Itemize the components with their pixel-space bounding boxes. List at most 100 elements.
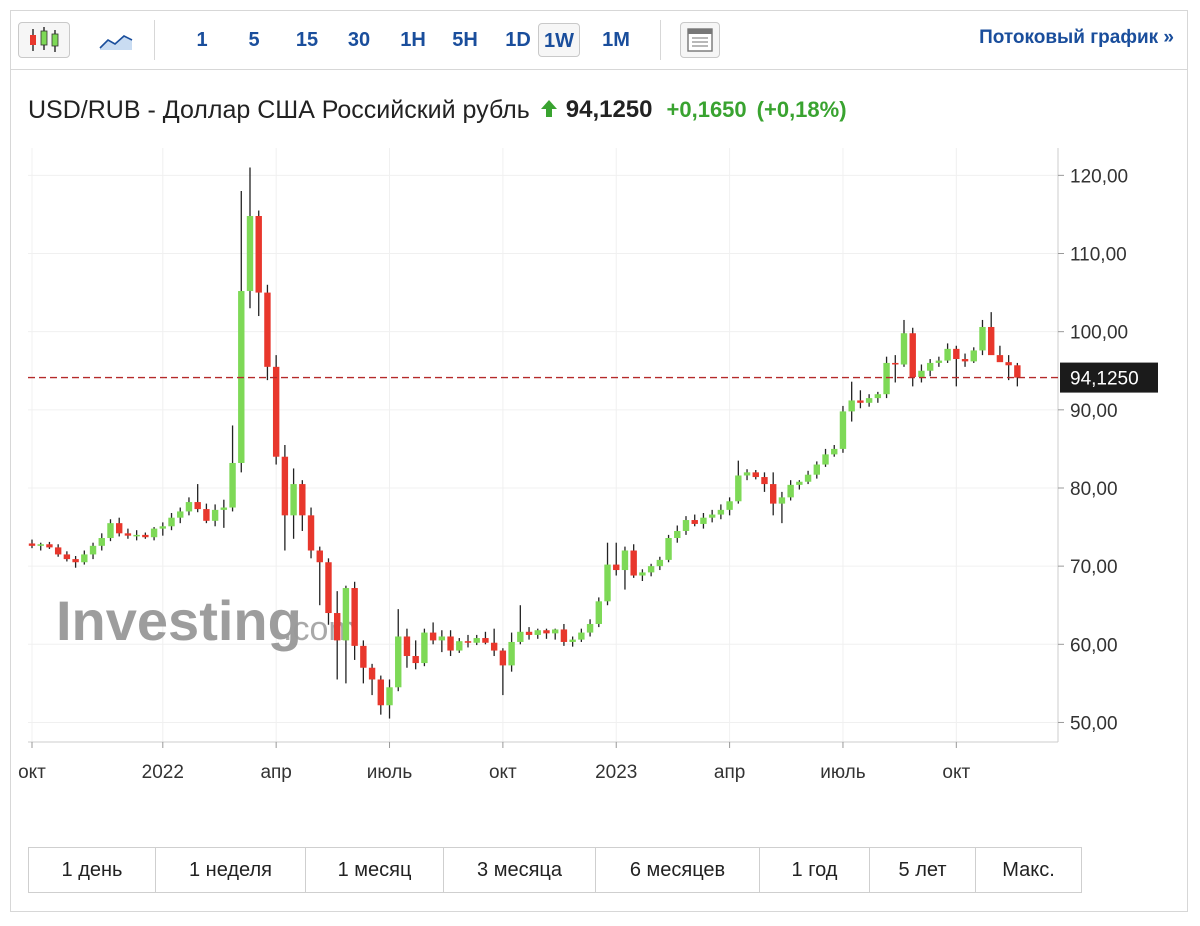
candle-body: [325, 562, 332, 614]
candle-body: [150, 528, 158, 538]
candle-body: [54, 547, 62, 555]
period-selector: 1 день 1 неделя 1 месяц 3 месяца 6 месяцев 1 …: [28, 847, 1082, 893]
candle-body: [848, 400, 855, 412]
candle-body: [543, 630, 550, 634]
x-tick-label: окт: [942, 762, 970, 783]
candlestick-chart[interactable]: Investing.com50,0060,0070,0080,0090,0010…: [0, 0, 1200, 926]
candle-body: [674, 530, 681, 539]
y-tick-label: 100,00: [1070, 323, 1128, 344]
x-tick-label: июль: [820, 762, 866, 783]
candle-body: [211, 509, 219, 521]
candle-body: [316, 550, 323, 563]
candle-body: [89, 545, 97, 555]
candle-body: [46, 544, 53, 548]
candle-body: [482, 638, 489, 643]
y-tick-label: 110,00: [1070, 245, 1127, 266]
candle-body: [569, 639, 576, 642]
candle-body: [682, 520, 690, 531]
candle-body: [560, 629, 568, 642]
candle-body: [490, 642, 498, 651]
candle-body: [726, 501, 733, 510]
candle-body: [953, 348, 960, 360]
candle-body: [961, 359, 969, 362]
candle-body: [621, 550, 629, 571]
period-button[interactable]: 1 неделя: [155, 848, 305, 892]
candle-body: [203, 509, 210, 521]
x-tick-label: окт: [489, 762, 517, 783]
candle-body: [116, 523, 123, 534]
candle-body: [639, 572, 646, 576]
candle-body: [665, 538, 672, 560]
y-tick-label: 70,00: [1070, 557, 1118, 578]
candle-body: [944, 348, 951, 361]
candle-body: [761, 477, 768, 485]
candle-body: [578, 632, 585, 640]
candle-body: [778, 497, 786, 504]
candle-body: [883, 362, 890, 395]
candle-body: [72, 559, 79, 563]
candle-body: [708, 514, 716, 518]
period-button[interactable]: 5 лет: [869, 848, 975, 892]
candle-body: [351, 588, 358, 646]
candle-body: [360, 645, 367, 668]
candle-body: [534, 630, 541, 635]
candle-body: [395, 636, 402, 688]
candle-body: [107, 523, 114, 539]
period-button[interactable]: 3 месяца: [443, 848, 595, 892]
candle-body: [499, 650, 507, 666]
candle-body: [552, 629, 559, 634]
candle-body: [98, 538, 105, 546]
candle-body: [421, 632, 428, 664]
y-tick-label: 60,00: [1070, 635, 1118, 656]
candle-body: [81, 554, 88, 563]
candle-body: [28, 543, 36, 546]
candle-body: [770, 484, 777, 504]
candle-body: [743, 472, 751, 476]
candle-body: [194, 502, 201, 510]
period-button[interactable]: 1 месяц: [305, 848, 443, 892]
candle-body: [988, 326, 995, 356]
candle-body: [255, 215, 262, 293]
y-tick-label: 50,00: [1070, 713, 1118, 734]
candle-body: [595, 601, 602, 624]
candle-body: [403, 636, 411, 657]
candle-body: [168, 517, 175, 527]
y-tick-label: 80,00: [1070, 479, 1118, 500]
candle-body: [935, 360, 943, 363]
x-tick-label: апр: [260, 762, 291, 783]
candle-body: [517, 631, 524, 642]
candle-body: [700, 517, 707, 524]
candle-body: [342, 588, 350, 641]
candle-body: [429, 632, 437, 641]
candle-body: [307, 515, 315, 551]
candle-body: [874, 394, 882, 399]
candle-body: [979, 326, 986, 351]
candle-body: [865, 398, 873, 403]
period-button[interactable]: 1 год: [759, 848, 869, 892]
candle-body: [220, 507, 228, 510]
candle-body: [229, 462, 236, 508]
period-button[interactable]: Макс.: [975, 848, 1081, 892]
candle-body: [377, 679, 384, 706]
candle-body: [857, 400, 864, 403]
candle-body: [1005, 362, 1012, 366]
candle-body: [508, 641, 515, 666]
period-button[interactable]: 6 месяцев: [595, 848, 759, 892]
candle-body: [37, 544, 44, 546]
x-tick-label: окт: [18, 762, 46, 783]
candle-body: [272, 366, 280, 457]
candle-body: [586, 623, 594, 633]
candle-body: [412, 656, 419, 664]
candle-body: [290, 484, 297, 516]
candle-body: [892, 362, 899, 365]
candle-body: [264, 292, 271, 367]
candle-body: [368, 667, 376, 680]
x-tick-label: июль: [367, 762, 413, 783]
candle-body: [386, 687, 393, 706]
y-tick-label: 90,00: [1070, 401, 1118, 422]
candle-body: [124, 533, 132, 536]
last-price-label: 94,1250: [1070, 369, 1139, 390]
x-tick-label: 2023: [595, 762, 637, 783]
candle-body: [473, 638, 480, 643]
period-button[interactable]: 1 день: [29, 848, 155, 892]
